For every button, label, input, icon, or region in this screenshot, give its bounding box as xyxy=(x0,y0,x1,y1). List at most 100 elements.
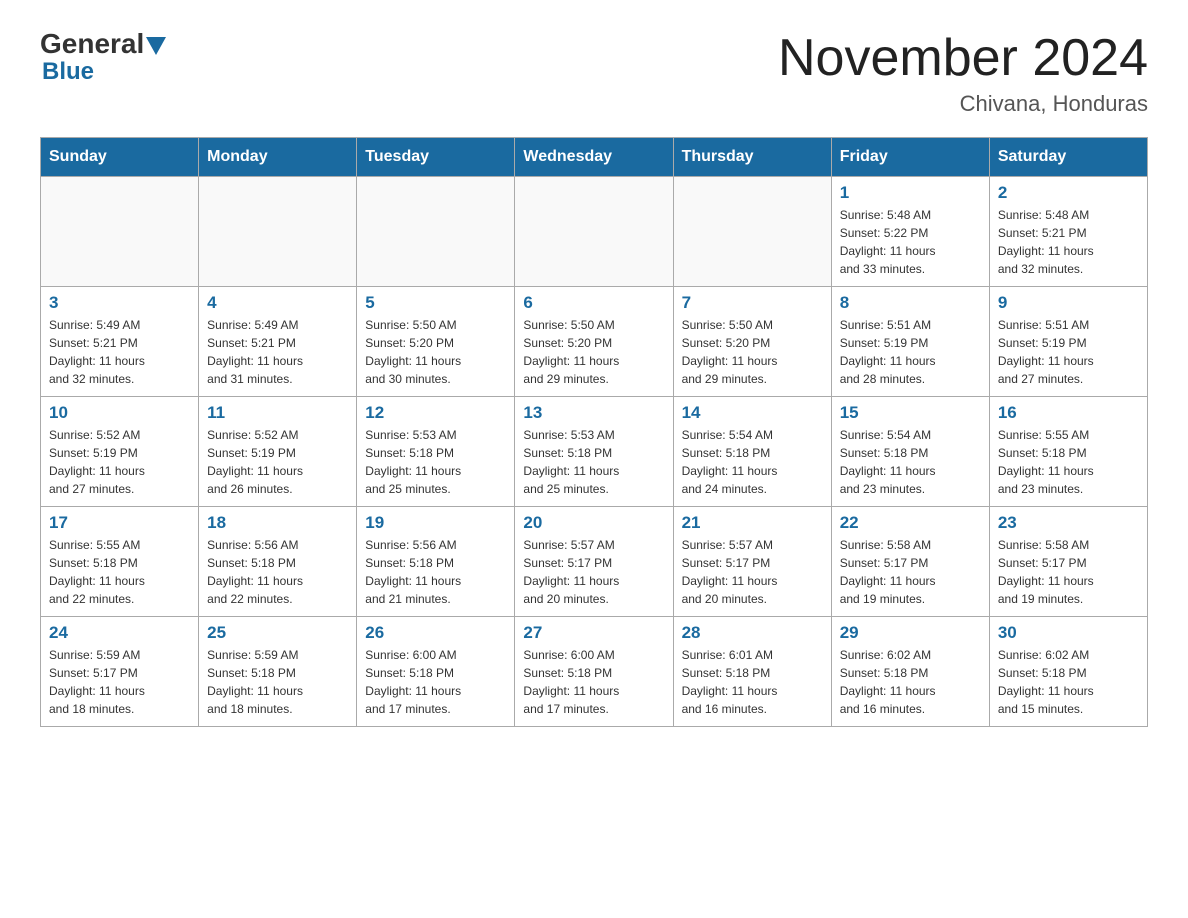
table-row: 29 Sunrise: 6:02 AMSunset: 5:18 PMDayligh… xyxy=(831,617,989,727)
day-number: 27 xyxy=(523,623,664,643)
weekday-header-wednesday: Wednesday xyxy=(515,138,673,177)
day-number: 8 xyxy=(840,293,981,313)
table-row: 27 Sunrise: 6:00 AMSunset: 5:18 PMDayligh… xyxy=(515,617,673,727)
day-number: 16 xyxy=(998,403,1139,423)
day-info: Sunrise: 5:59 AMSunset: 5:17 PMDaylight:… xyxy=(49,646,190,718)
logo-blue-text: Blue xyxy=(42,58,94,85)
day-info: Sunrise: 5:50 AMSunset: 5:20 PMDaylight:… xyxy=(365,316,506,388)
day-info: Sunrise: 6:00 AMSunset: 5:18 PMDaylight:… xyxy=(365,646,506,718)
day-number: 25 xyxy=(207,623,348,643)
weekday-header-monday: Monday xyxy=(199,138,357,177)
table-row: 10Sunrise: 5:52 AMSunset: 5:19 PMDayligh… xyxy=(41,397,199,507)
day-info: Sunrise: 5:55 AMSunset: 5:18 PMDaylight:… xyxy=(998,426,1139,498)
weekday-header-sunday: Sunday xyxy=(41,138,199,177)
day-number: 9 xyxy=(998,293,1139,313)
day-info: Sunrise: 5:51 AMSunset: 5:19 PMDaylight:… xyxy=(840,316,981,388)
day-number: 26 xyxy=(365,623,506,643)
table-row: 12Sunrise: 5:53 AMSunset: 5:18 PMDayligh… xyxy=(357,397,515,507)
day-number: 13 xyxy=(523,403,664,423)
logo: General Blue xyxy=(40,30,168,86)
day-number: 19 xyxy=(365,513,506,533)
day-number: 18 xyxy=(207,513,348,533)
table-row: 28 Sunrise: 6:01 AMSunset: 5:18 PMDayligh… xyxy=(673,617,831,727)
day-number: 23 xyxy=(998,513,1139,533)
weekday-header-friday: Friday xyxy=(831,138,989,177)
day-info: Sunrise: 5:56 AMSunset: 5:18 PMDaylight:… xyxy=(207,536,348,608)
table-row: 6 Sunrise: 5:50 AMSunset: 5:20 PMDaylight… xyxy=(515,287,673,397)
logo-general-text: General xyxy=(40,30,144,58)
day-info: Sunrise: 5:58 AMSunset: 5:17 PMDaylight:… xyxy=(840,536,981,608)
day-info: Sunrise: 6:02 AMSunset: 5:18 PMDaylight:… xyxy=(998,646,1139,718)
day-info: Sunrise: 5:54 AMSunset: 5:18 PMDaylight:… xyxy=(682,426,823,498)
table-row: 9 Sunrise: 5:51 AMSunset: 5:19 PMDaylight… xyxy=(989,287,1147,397)
day-number: 30 xyxy=(998,623,1139,643)
day-number: 14 xyxy=(682,403,823,423)
table-row xyxy=(673,177,831,287)
table-row: 19Sunrise: 5:56 AMSunset: 5:18 PMDayligh… xyxy=(357,507,515,617)
day-info: Sunrise: 6:01 AMSunset: 5:18 PMDaylight:… xyxy=(682,646,823,718)
day-info: Sunrise: 5:55 AMSunset: 5:18 PMDaylight:… xyxy=(49,536,190,608)
table-row: 30 Sunrise: 6:02 AMSunset: 5:18 PMDayligh… xyxy=(989,617,1147,727)
day-number: 12 xyxy=(365,403,506,423)
week-row-2: 3 Sunrise: 5:49 AMSunset: 5:21 PMDaylight… xyxy=(41,287,1148,397)
week-row-1: 1 Sunrise: 5:48 AMSunset: 5:22 PMDaylight… xyxy=(41,177,1148,287)
day-info: Sunrise: 6:00 AMSunset: 5:18 PMDaylight:… xyxy=(523,646,664,718)
table-row: 8 Sunrise: 5:51 AMSunset: 5:19 PMDaylight… xyxy=(831,287,989,397)
table-row xyxy=(41,177,199,287)
table-row: 18 Sunrise: 5:56 AMSunset: 5:18 PMDayligh… xyxy=(199,507,357,617)
table-row: 14 Sunrise: 5:54 AMSunset: 5:18 PMDayligh… xyxy=(673,397,831,507)
day-number: 3 xyxy=(49,293,190,313)
day-number: 29 xyxy=(840,623,981,643)
day-number: 4 xyxy=(207,293,348,313)
day-info: Sunrise: 5:54 AMSunset: 5:18 PMDaylight:… xyxy=(840,426,981,498)
table-row: 15 Sunrise: 5:54 AMSunset: 5:18 PMDayligh… xyxy=(831,397,989,507)
day-number: 5 xyxy=(365,293,506,313)
month-title: November 2024 xyxy=(778,30,1148,87)
day-info: Sunrise: 5:48 AMSunset: 5:22 PMDaylight:… xyxy=(840,206,981,278)
day-number: 17 xyxy=(49,513,190,533)
table-row: 11 Sunrise: 5:52 AMSunset: 5:19 PMDayligh… xyxy=(199,397,357,507)
table-row: 1 Sunrise: 5:48 AMSunset: 5:22 PMDaylight… xyxy=(831,177,989,287)
day-number: 10 xyxy=(49,403,190,423)
calendar-table: SundayMondayTuesdayWednesdayThursdayFrid… xyxy=(40,137,1148,727)
day-info: Sunrise: 5:58 AMSunset: 5:17 PMDaylight:… xyxy=(998,536,1139,608)
week-row-3: 10 Sunrise: 5:52 AMSunset: 5:19 PMDayligh… xyxy=(41,397,1148,507)
day-number: 21 xyxy=(682,513,823,533)
day-info: Sunrise: 5:50 AMSunset: 5:20 PMDaylight:… xyxy=(523,316,664,388)
day-number: 22 xyxy=(840,513,981,533)
day-info: Sunrise: 5:51 AMSunset: 5:19 PMDaylight:… xyxy=(998,316,1139,388)
table-row: 13Sunrise: 5:53 AMSunset: 5:18 PMDayligh… xyxy=(515,397,673,507)
weekday-header-tuesday: Tuesday xyxy=(357,138,515,177)
weekday-header-row: SundayMondayTuesdayWednesdayThursdayFrid… xyxy=(41,138,1148,177)
day-number: 11 xyxy=(207,403,348,423)
table-row: 3 Sunrise: 5:49 AMSunset: 5:21 PMDaylight… xyxy=(41,287,199,397)
location-title: Chivana, Honduras xyxy=(778,91,1148,117)
table-row: 26 Sunrise: 6:00 AMSunset: 5:18 PMDayligh… xyxy=(357,617,515,727)
day-info: Sunrise: 5:52 AMSunset: 5:19 PMDaylight:… xyxy=(207,426,348,498)
weekday-header-saturday: Saturday xyxy=(989,138,1147,177)
table-row: 7 Sunrise: 5:50 AMSunset: 5:20 PMDaylight… xyxy=(673,287,831,397)
table-row: 21 Sunrise: 5:57 AMSunset: 5:17 PMDayligh… xyxy=(673,507,831,617)
day-info: Sunrise: 5:49 AMSunset: 5:21 PMDaylight:… xyxy=(207,316,348,388)
day-info: Sunrise: 5:57 AMSunset: 5:17 PMDaylight:… xyxy=(523,536,664,608)
table-row: 17 Sunrise: 5:55 AMSunset: 5:18 PMDayligh… xyxy=(41,507,199,617)
day-number: 1 xyxy=(840,183,981,203)
table-row: 23 Sunrise: 5:58 AMSunset: 5:17 PMDayligh… xyxy=(989,507,1147,617)
day-info: Sunrise: 5:49 AMSunset: 5:21 PMDaylight:… xyxy=(49,316,190,388)
table-row: 22 Sunrise: 5:58 AMSunset: 5:17 PMDayligh… xyxy=(831,507,989,617)
day-info: Sunrise: 5:50 AMSunset: 5:20 PMDaylight:… xyxy=(682,316,823,388)
day-number: 6 xyxy=(523,293,664,313)
week-row-5: 24Sunrise: 5:59 AMSunset: 5:17 PMDayligh… xyxy=(41,617,1148,727)
day-info: Sunrise: 5:48 AMSunset: 5:21 PMDaylight:… xyxy=(998,206,1139,278)
day-info: Sunrise: 6:02 AMSunset: 5:18 PMDaylight:… xyxy=(840,646,981,718)
day-info: Sunrise: 5:57 AMSunset: 5:17 PMDaylight:… xyxy=(682,536,823,608)
day-number: 7 xyxy=(682,293,823,313)
table-row: 24Sunrise: 5:59 AMSunset: 5:17 PMDayligh… xyxy=(41,617,199,727)
table-row: 2Sunrise: 5:48 AMSunset: 5:21 PMDaylight… xyxy=(989,177,1147,287)
table-row: 25Sunrise: 5:59 AMSunset: 5:18 PMDayligh… xyxy=(199,617,357,727)
table-row: 5 Sunrise: 5:50 AMSunset: 5:20 PMDaylight… xyxy=(357,287,515,397)
logo-triangle-icon xyxy=(146,37,166,55)
table-row xyxy=(515,177,673,287)
day-number: 28 xyxy=(682,623,823,643)
day-number: 15 xyxy=(840,403,981,423)
